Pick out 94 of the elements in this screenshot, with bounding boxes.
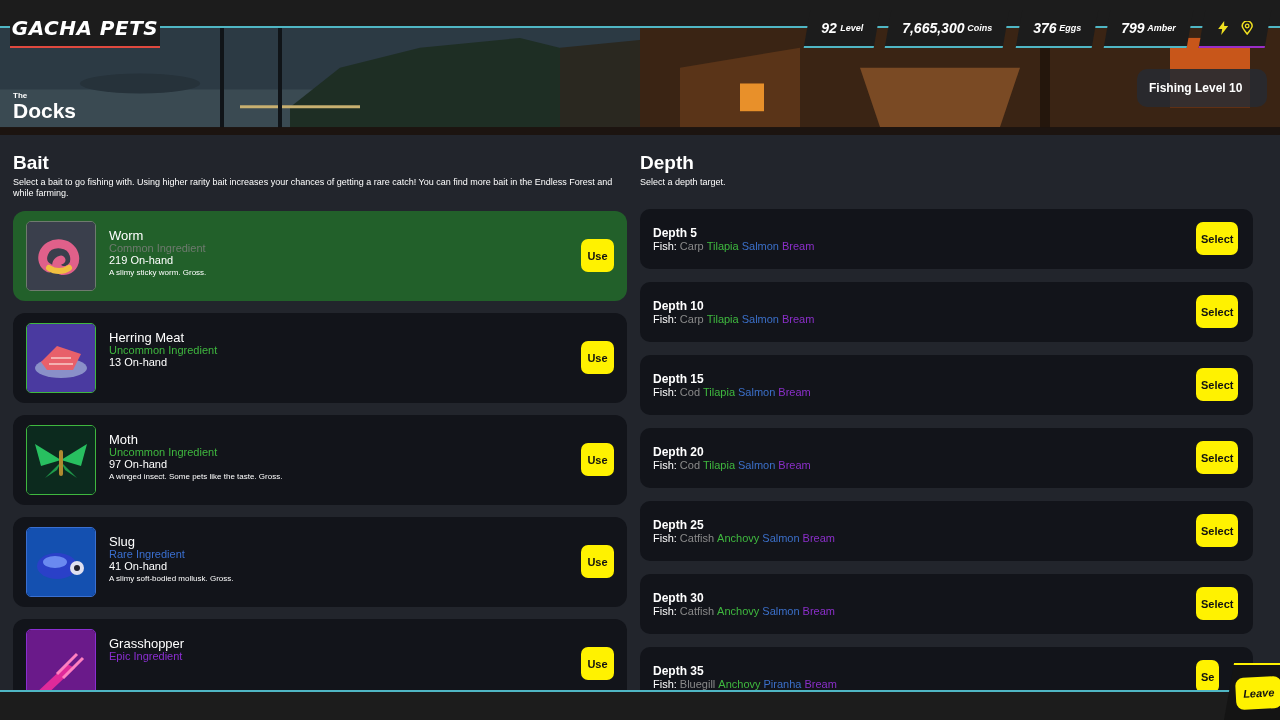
fish-name: Salmon <box>762 604 800 617</box>
bait-name: Worm <box>109 228 145 243</box>
depth-name: Depth 35 <box>653 663 705 678</box>
stat-value: 7,665,300 <box>902 20 965 36</box>
fish-label: Fish: <box>653 677 677 690</box>
fish-label: Fish: <box>653 239 677 252</box>
fish-name: Cod <box>679 385 701 398</box>
fish-name: Salmon <box>741 312 779 325</box>
fish-label: Fish: <box>653 531 677 544</box>
fish-name: Salmon <box>738 458 776 471</box>
depth-name: Depth 10 <box>653 298 705 313</box>
select-button[interactable]: Select <box>1196 222 1239 256</box>
bait-count: 97 On-hand <box>109 457 169 470</box>
bait-rarity: Epic Ingredient <box>109 650 183 662</box>
bait-name: Herring Meat <box>109 330 186 345</box>
stat-value: 799 <box>1121 20 1145 36</box>
fish-name: Bream <box>782 239 815 252</box>
lightning-icon[interactable] <box>1216 21 1231 35</box>
select-button[interactable]: Select <box>1196 295 1239 329</box>
fish-name: Catfish <box>679 531 715 544</box>
fish-name: Bluegill <box>679 677 716 690</box>
bait-description: A winged insect. Some pets like the taste. Gross. <box>109 471 284 481</box>
bait-count: 41 On-hand <box>109 559 168 572</box>
use-button[interactable]: Use <box>581 443 614 477</box>
bait-name: Slug <box>109 534 137 549</box>
bait-card[interactable]: Worm Common Ingredient 219 On-hand A slimy sticky worm. Gross. Use <box>13 210 627 301</box>
fish-name: Anchovy <box>717 604 760 617</box>
fish-label: Fish: <box>653 458 677 471</box>
fish-name: Bream <box>778 458 811 471</box>
select-button[interactable]: Select <box>1196 368 1239 402</box>
fish-label: Fish: <box>653 385 677 398</box>
fish-name: Piranha <box>763 677 802 690</box>
fish-name: Tilapia <box>706 239 739 252</box>
location-prefix: The <box>13 91 29 100</box>
fish-label: Fish: <box>653 604 677 617</box>
fish-name: Bream <box>782 312 815 325</box>
use-button[interactable]: Use <box>581 545 614 579</box>
section-title: Depth <box>640 152 695 174</box>
bait-rarity: Common Ingredient <box>109 242 206 254</box>
stat-label: Coins <box>967 23 993 33</box>
select-button[interactable]: Se <box>1196 660 1220 690</box>
fish-name: Anchovy <box>717 531 760 544</box>
fish-label: Fish: <box>653 312 677 325</box>
bait-description: A slimy sticky worm. Gross. <box>109 267 208 277</box>
map-pin-icon[interactable] <box>1240 21 1255 35</box>
select-button[interactable]: Select <box>1196 514 1239 548</box>
fish-name: Tilapia <box>703 458 736 471</box>
bait-card[interactable]: Slug Rare Ingredient 41 On-hand A slimy soft-bodied mollusk. Gross. Use <box>13 516 627 607</box>
depth-name: Depth 20 <box>653 444 705 459</box>
bait-card[interactable]: Grasshopper Epic Ingredient Use <box>13 618 627 690</box>
fish-name: Bream <box>804 677 837 690</box>
bait-name: Moth <box>109 432 139 447</box>
stat-value: 376 <box>1032 20 1057 36</box>
stat-value: 92 <box>821 20 837 36</box>
use-button[interactable]: Use <box>581 647 614 681</box>
bait-rarity: Uncommon Ingredient <box>109 344 218 356</box>
bait-name: Grasshopper <box>109 636 186 651</box>
depth-name: Depth 5 <box>653 225 698 240</box>
section-title: Bait <box>13 152 50 174</box>
stat-label: Amber <box>1147 23 1177 33</box>
fish-name: Bream <box>802 604 835 617</box>
bait-card[interactable]: Moth Uncommon Ingredient 97 On-hand A winged insect. Some pets like the taste. Gross. Use <box>13 414 627 505</box>
fish-name: Salmon <box>738 385 776 398</box>
bait-count: 219 On-hand <box>109 253 174 266</box>
fish-name: Bream <box>778 385 811 398</box>
use-button[interactable]: Use <box>581 239 614 273</box>
use-button[interactable]: Use <box>581 341 614 375</box>
select-button[interactable]: Select <box>1196 587 1239 621</box>
section-description: Select a depth target. <box>640 177 727 188</box>
select-button[interactable]: Select <box>1196 441 1239 475</box>
fish-name: Bream <box>802 531 835 544</box>
depth-name: Depth 15 <box>653 371 705 386</box>
depth-name: Depth 25 <box>653 517 705 532</box>
fish-name: Salmon <box>741 239 779 252</box>
fish-name: Tilapia <box>703 385 736 398</box>
bait-rarity: Uncommon Ingredient <box>109 446 218 458</box>
fish-name: Tilapia <box>706 312 739 325</box>
bait-rarity: Rare Ingredient <box>109 548 185 560</box>
section-description: Select a bait to go fishing with. Using higher rarity bait increases your chances of getting a rare catch! You can find more bait in the Endless Forest and while farming. <box>13 177 614 199</box>
fish-name: Catfish <box>679 604 715 617</box>
fishing-level-badge: Fishing Level 10 <box>1137 68 1267 107</box>
fish-name: Salmon <box>762 531 800 544</box>
leave-button[interactable]: Leave <box>1235 675 1280 710</box>
fish-name: Carp <box>679 312 704 325</box>
fish-name: Cod <box>679 458 701 471</box>
bait-count: 13 On-hand <box>109 355 169 368</box>
fish-name: Carp <box>679 239 704 252</box>
location-title: Docks <box>13 100 77 121</box>
fish-name: Anchovy <box>718 677 761 690</box>
depth-name: Depth 30 <box>653 590 705 605</box>
bait-card[interactable]: Herring Meat Uncommon Ingredient 13 On-hand Use <box>13 312 627 403</box>
stat-label: Level <box>839 23 863 33</box>
bait-description: A slimy soft-bodied mollusk. Gross. <box>109 573 235 583</box>
stat-label: Eggs <box>1059 23 1082 33</box>
